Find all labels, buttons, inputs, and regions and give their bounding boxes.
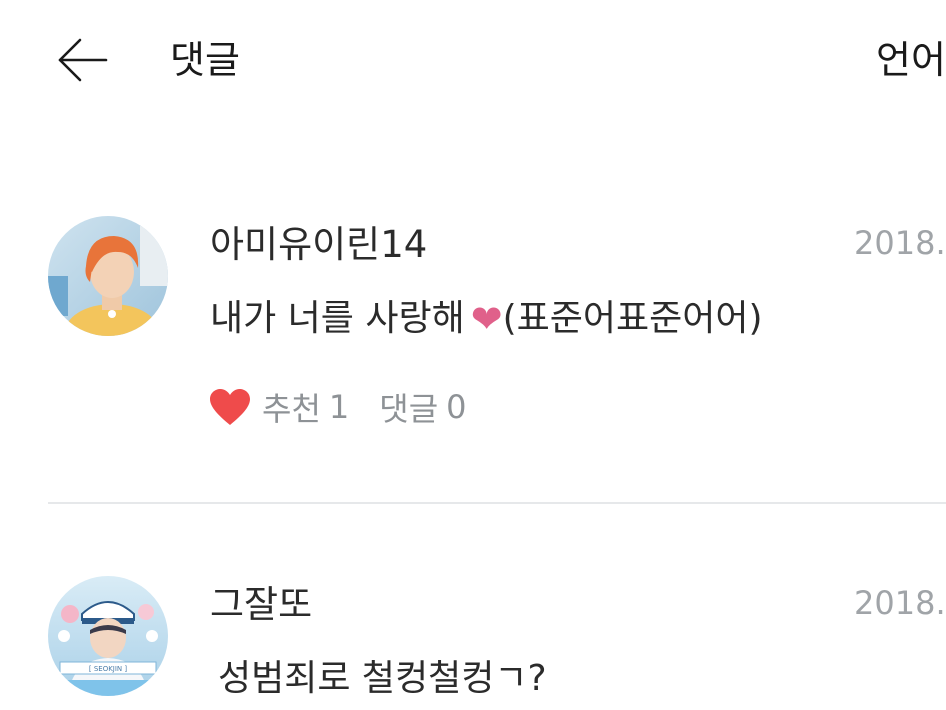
language-button[interactable]: 언어: [876, 34, 946, 86]
like-button[interactable]: 추천 1: [208, 384, 349, 430]
reply-count: 0: [446, 388, 467, 426]
avatar[interactable]: [ SEOKJIN ]: [48, 576, 168, 696]
comment-text-main: 내가 너를 사랑해: [210, 298, 465, 339]
comment-text: 내가 너를 사랑해 ❤(표준어표준어어): [210, 294, 763, 344]
comment-text-suffix: (표준어표준어어): [502, 298, 763, 339]
comment-text: 성범죄로 철컹철컹ㄱ?: [218, 658, 547, 699]
comment-author[interactable]: 그잘또: [210, 580, 312, 630]
reply-button[interactable]: 댓글 0: [379, 384, 466, 430]
avatar-image: [ SEOKJIN ]: [48, 576, 168, 696]
comments-screen: 댓글 언어 아미유이린14 2018. 내가 너를 사랑해 ❤(표준어표준어어)…: [0, 0, 946, 710]
reply-label: 댓글: [379, 390, 439, 428]
divider: [48, 502, 946, 504]
like-count: 1: [328, 388, 350, 426]
header-bar: 댓글 언어: [0, 0, 946, 120]
comment-actions: 추천 1 댓글 0: [208, 382, 467, 432]
comment-date: 2018.0: [854, 584, 946, 622]
avatar[interactable]: [48, 216, 168, 336]
heart-icon: ❤: [470, 297, 503, 341]
comment-author[interactable]: 아미유이린14: [210, 220, 427, 270]
comment-date: 2018.0: [854, 224, 946, 262]
heart-icon: [210, 389, 250, 425]
page-title: 댓글: [170, 38, 240, 82]
like-label: 추천: [262, 390, 321, 428]
back-arrow-icon: [58, 38, 108, 82]
avatar-badge-text: [ SEOKJIN ]: [89, 665, 128, 673]
back-button[interactable]: [54, 34, 110, 86]
avatar-image: [48, 216, 168, 336]
